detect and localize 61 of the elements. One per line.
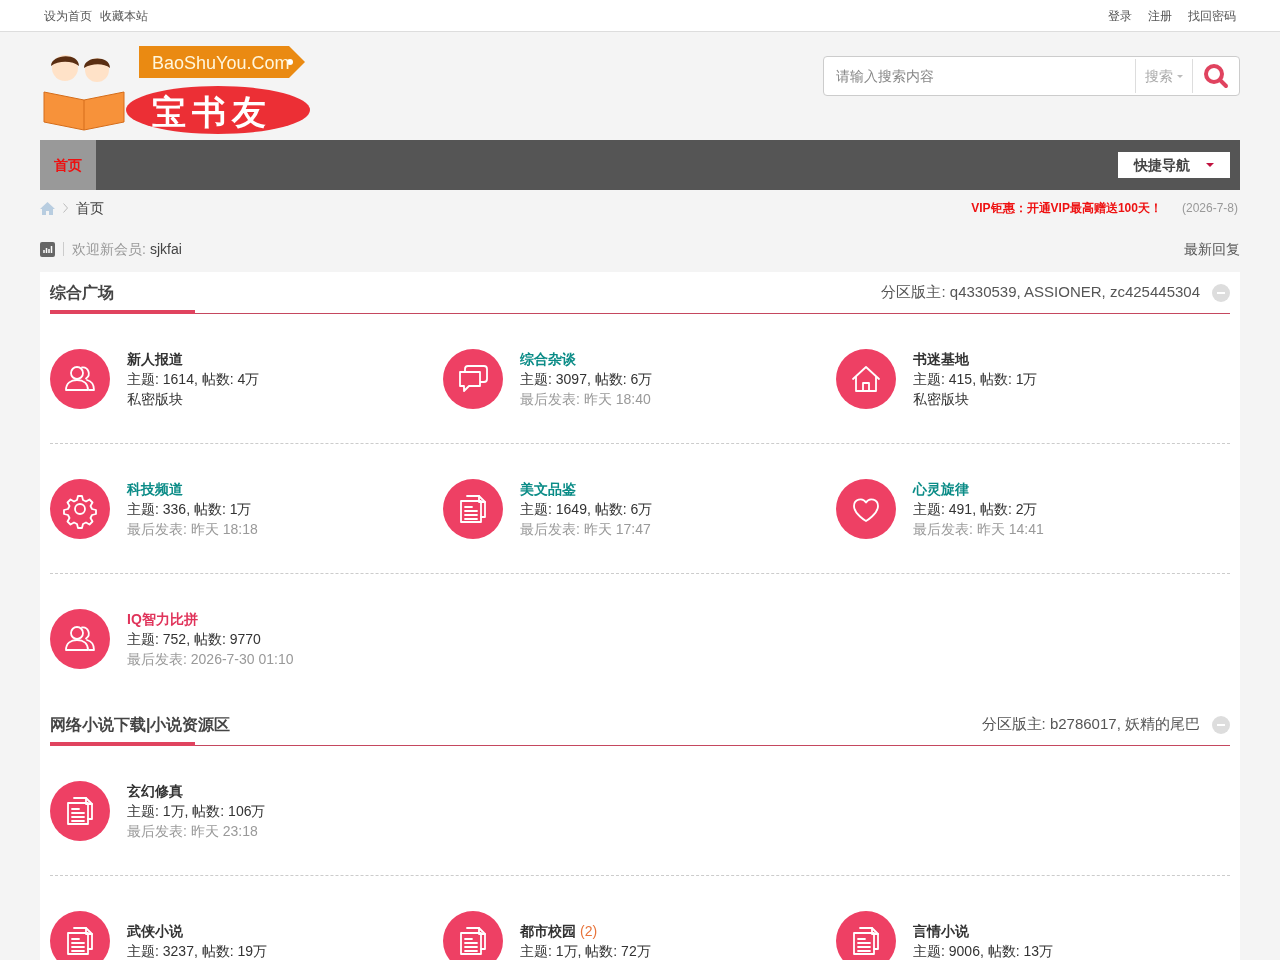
breadcrumb-link[interactable]: 首页 <box>76 197 104 219</box>
top-link[interactable]: 设为首页 <box>44 6 92 25</box>
documents-icon <box>50 780 110 841</box>
forum-stats: 主题: 491, 帖数: 2万 <box>913 499 1039 519</box>
last-post-time: 最后发表: 昨天 18:40 <box>520 389 652 409</box>
new-member-link[interactable]: sjkfai <box>149 238 182 260</box>
forum-stats: 主题: 336, 帖数: 1万 <box>127 499 253 519</box>
forum-title[interactable]: 心灵旋律 <box>913 478 969 499</box>
forum-stats: 主题: 1614, 帖数: 4万 <box>127 369 260 389</box>
forum-title[interactable]: 新人报道 <box>127 348 183 369</box>
forum-title[interactable]: 言情小说 <box>913 921 969 941</box>
collapse-button[interactable] <box>1212 283 1230 302</box>
chat-icon <box>443 348 503 409</box>
top-link[interactable]: 找回密码 <box>1188 6 1236 25</box>
last-post-time: 最后发表: 昨天 18:18 <box>127 519 258 539</box>
new-post-count: (2) <box>580 922 598 941</box>
documents-icon <box>443 478 503 539</box>
collapse-button[interactable] <box>1212 715 1230 734</box>
vip-promo-link[interactable]: VIP钜惠：开通VIP最高赠送100天！ <box>971 199 1162 217</box>
home-icon[interactable] <box>40 201 55 215</box>
top-link[interactable]: 登录 <box>1108 6 1132 25</box>
site-logo[interactable]: BaoShuYou.Com 宝书友 <box>40 44 312 136</box>
forum-title[interactable]: 玄幻修真 <box>127 780 183 801</box>
forum-title[interactable]: 综合杂谈 <box>520 348 576 369</box>
forum-title[interactable]: 武侠小说 <box>127 921 183 941</box>
private-note: 私密版块 <box>913 389 970 409</box>
latest-replies-link[interactable]: 最新回复 <box>1184 238 1240 260</box>
forum-stats: 主题: 1649, 帖数: 6万 <box>520 499 653 519</box>
forum-title[interactable]: 科技频道 <box>127 478 183 499</box>
forum-title[interactable]: 书迷基地 <box>913 348 969 369</box>
users-icon <box>50 348 110 409</box>
gear-icon <box>50 478 110 539</box>
last-post-time: 最后发表: 昨天 14:41 <box>913 519 1044 539</box>
forum-title[interactable]: 美文品鉴 <box>520 478 576 499</box>
chevron-icon <box>63 203 68 213</box>
search-icon <box>1203 63 1229 89</box>
section-moderators: 分区版主: b2786017, 妖精的尾巴 <box>981 714 1200 735</box>
forum-stats: 主题: 1万, 帖数: 106万 <box>127 801 266 821</box>
quick-nav-button[interactable]: 快捷导航 <box>1118 152 1230 178</box>
forum-stats: 主题: 9006, 帖数: 13万 <box>913 942 1054 960</box>
private-note: 私密版块 <box>127 389 184 409</box>
last-post-time: 最后发表: 昨天 23:18 <box>127 821 259 841</box>
welcome-text: 欢迎新会员: <box>72 239 146 259</box>
last-post-time: 最后发表: 2026-7-30 01:10 <box>127 650 294 669</box>
top-link[interactable]: 收藏本站 <box>100 6 148 25</box>
section-title: 网络小说下载|小说资源区 <box>50 714 231 735</box>
section-moderators: 分区版主: q4330539, ASSIONER, zc425445304 <box>881 282 1200 303</box>
stats-icon[interactable] <box>40 241 55 257</box>
forum-stats: 主题: 1万, 帖数: 72万 <box>520 942 651 960</box>
forum-stats: 主题: 3237, 帖数: 19万 <box>127 942 268 960</box>
forum-stats: 主题: 3097, 帖数: 6万 <box>520 369 653 389</box>
promo-date: (2026-7-8) <box>1181 200 1238 217</box>
forum-stats: 主题: 415, 帖数: 1万 <box>913 369 1038 389</box>
last-post-time: 最后发表: 昨天 17:47 <box>520 519 652 539</box>
forum-title[interactable]: IQ智力比拼 <box>127 609 198 629</box>
users-icon <box>50 609 110 669</box>
forum-stats: 主题: 752, 帖数: 9770 <box>127 630 262 649</box>
section-title: 综合广场 <box>50 282 114 303</box>
forum-title[interactable]: 都市校园 <box>520 921 576 941</box>
house-icon <box>836 348 896 409</box>
top-link[interactable]: 注册 <box>1148 6 1172 25</box>
